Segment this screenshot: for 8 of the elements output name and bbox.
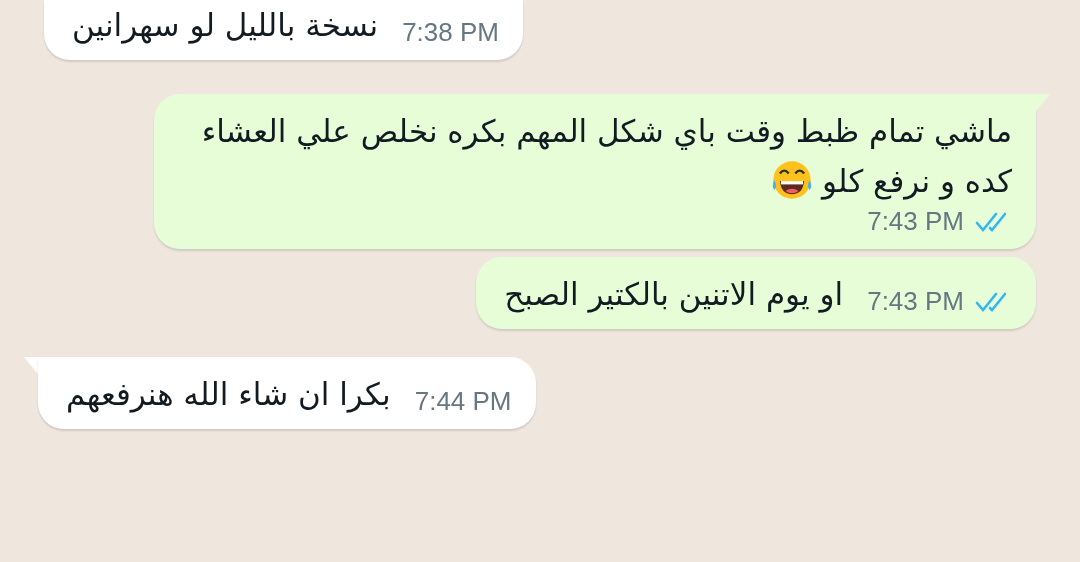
message-time: 7:43 PM xyxy=(867,286,964,317)
message-text: بكرا ان شاء الله هنرفعهم xyxy=(66,375,391,415)
message-time: 7:44 PM xyxy=(414,386,512,417)
message-time: 7:43 PM xyxy=(867,206,964,237)
message-text: ماشي تمام ظبط وقت باي شكل المهم بكره نخلص علي العشاء كده و نرفع كلو xyxy=(182,106,1012,206)
message-text: او يوم الاتنين بالكتير الصبح xyxy=(504,275,844,315)
message-text: نسخة بالليل لو سهرانين xyxy=(72,6,379,46)
message-time: 7:38 PM xyxy=(402,17,499,48)
